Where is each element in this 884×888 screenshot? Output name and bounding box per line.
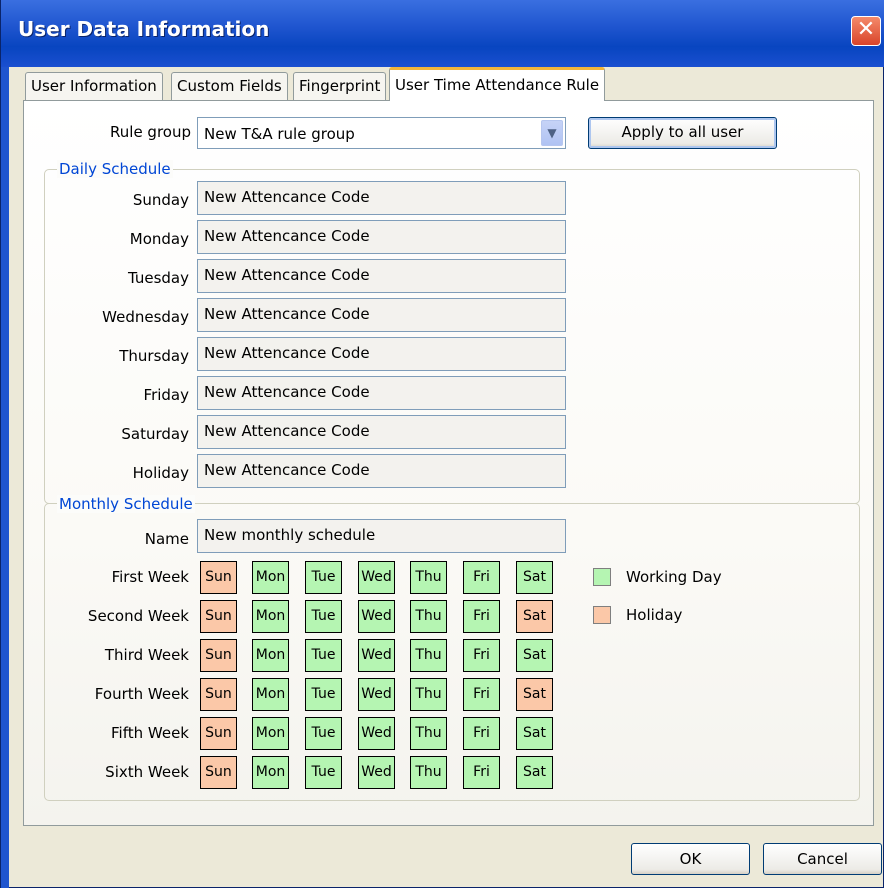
apply-to-all-user-button[interactable]: Apply to all user <box>588 117 777 149</box>
day-toggle-sat[interactable]: Sat <box>516 561 553 594</box>
tab-user-time-attendance-rule[interactable]: User Time Attendance Rule <box>389 67 606 101</box>
day-toggle-sat[interactable]: Sat <box>516 678 553 711</box>
day-toggle-sat[interactable]: Sat <box>516 717 553 750</box>
day-toggle-fri[interactable]: Fri <box>463 756 500 789</box>
day-toggle-tue[interactable]: Tue <box>305 600 342 633</box>
day-toggle-mon[interactable]: Mon <box>252 756 289 789</box>
rule-group-select[interactable]: New T&A rule group ▼ <box>197 117 566 149</box>
day-toggle-fri[interactable]: Fri <box>463 717 500 750</box>
close-button[interactable]: ✕ <box>851 16 881 46</box>
day-toggle-sat[interactable]: Sat <box>516 600 553 633</box>
day-toggle-thu[interactable]: Thu <box>410 600 447 633</box>
day-toggle-thu[interactable]: Thu <box>410 756 447 789</box>
wednesday-code-field[interactable]: New Attencance Code <box>197 298 566 332</box>
day-toggle-fri[interactable]: Fri <box>463 639 500 672</box>
week-label: Second Week <box>87 607 189 625</box>
title-bar[interactable]: User Data Information ✕ <box>1 0 884 67</box>
dropdown-arrow-icon[interactable]: ▼ <box>541 120 563 146</box>
tab-fingerprint[interactable]: Fingerprint <box>293 72 387 100</box>
day-toggle-wed[interactable]: Wed <box>358 600 395 633</box>
daily-schedule-title: Daily Schedule <box>57 160 173 178</box>
day-toggle-sun[interactable]: Sun <box>200 561 237 594</box>
day-toggle-wed[interactable]: Wed <box>358 561 395 594</box>
day-toggle-tue[interactable]: Tue <box>305 639 342 672</box>
tab-user-information[interactable]: User Information <box>25 72 163 100</box>
monthly-schedule-title: Monthly Schedule <box>57 495 195 513</box>
working-day-swatch <box>593 568 611 586</box>
day-toggle-sun[interactable]: Sun <box>200 756 237 789</box>
day-toggle-wed[interactable]: Wed <box>358 756 395 789</box>
daily-day-label: Tuesday <box>127 269 189 287</box>
day-toggle-wed[interactable]: Wed <box>358 639 395 672</box>
day-toggle-mon[interactable]: Mon <box>252 717 289 750</box>
day-toggle-thu[interactable]: Thu <box>410 678 447 711</box>
daily-day-label: Holiday <box>132 464 189 482</box>
tuesday-code-field[interactable]: New Attencance Code <box>197 259 566 293</box>
week-label: Fifth Week <box>111 724 189 742</box>
day-toggle-sun[interactable]: Sun <box>200 678 237 711</box>
thursday-code-field[interactable]: New Attencance Code <box>197 337 566 371</box>
day-toggle-sun[interactable]: Sun <box>200 717 237 750</box>
day-toggle-sat[interactable]: Sat <box>516 639 553 672</box>
day-toggle-thu[interactable]: Thu <box>410 717 447 750</box>
day-toggle-thu[interactable]: Thu <box>410 639 447 672</box>
sunday-code-field[interactable]: New Attencance Code <box>197 181 566 215</box>
day-toggle-tue[interactable]: Tue <box>305 561 342 594</box>
day-toggle-mon[interactable]: Mon <box>252 600 289 633</box>
daily-day-label: Wednesday <box>102 308 189 326</box>
day-toggle-sat[interactable]: Sat <box>516 756 553 789</box>
day-toggle-fri[interactable]: Fri <box>463 561 500 594</box>
friday-code-field[interactable]: New Attencance Code <box>197 376 566 410</box>
week-label: Fourth Week <box>94 685 189 703</box>
day-toggle-mon[interactable]: Mon <box>252 678 289 711</box>
day-toggle-mon[interactable]: Mon <box>252 639 289 672</box>
day-toggle-fri[interactable]: Fri <box>463 600 500 633</box>
ok-button[interactable]: OK <box>631 843 750 875</box>
day-toggle-wed[interactable]: Wed <box>358 678 395 711</box>
day-toggle-sun[interactable]: Sun <box>200 600 237 633</box>
schedule-name-label: Name <box>144 530 189 548</box>
close-icon: ✕ <box>856 17 876 42</box>
window-title: User Data Information <box>18 17 270 41</box>
holiday-code-field[interactable]: New Attencance Code <box>197 454 566 488</box>
window-left-border <box>1 67 9 888</box>
rule-group-value: New T&A rule group <box>204 125 355 143</box>
daily-day-label: Sunday <box>132 191 189 209</box>
week-label: Third Week <box>104 646 189 664</box>
day-toggle-tue[interactable]: Tue <box>305 678 342 711</box>
holiday-swatch <box>593 606 611 624</box>
day-toggle-mon[interactable]: Mon <box>252 561 289 594</box>
daily-day-label: Thursday <box>119 347 189 365</box>
tab-custom-fields[interactable]: Custom Fields <box>171 72 288 100</box>
day-toggle-wed[interactable]: Wed <box>358 717 395 750</box>
day-toggle-tue[interactable]: Tue <box>305 717 342 750</box>
daily-day-label: Saturday <box>121 425 189 443</box>
week-label: Sixth Week <box>105 763 189 781</box>
cancel-button[interactable]: Cancel <box>763 843 882 875</box>
holiday-legend-label: Holiday <box>626 606 683 624</box>
day-toggle-tue[interactable]: Tue <box>305 756 342 789</box>
daily-day-label: Monday <box>129 230 189 248</box>
monday-code-field[interactable]: New Attencance Code <box>197 220 566 254</box>
day-toggle-thu[interactable]: Thu <box>410 561 447 594</box>
working-day-legend-label: Working Day <box>626 568 722 586</box>
schedule-name-field[interactable]: New monthly schedule <box>197 519 566 553</box>
user-data-dialog: User Data Information ✕ User Information… <box>0 0 884 888</box>
saturday-code-field[interactable]: New Attencance Code <box>197 415 566 449</box>
day-toggle-sun[interactable]: Sun <box>200 639 237 672</box>
daily-day-label: Friday <box>143 386 189 404</box>
day-toggle-fri[interactable]: Fri <box>463 678 500 711</box>
rule-group-label: Rule group <box>110 123 191 141</box>
week-label: First Week <box>111 568 189 586</box>
